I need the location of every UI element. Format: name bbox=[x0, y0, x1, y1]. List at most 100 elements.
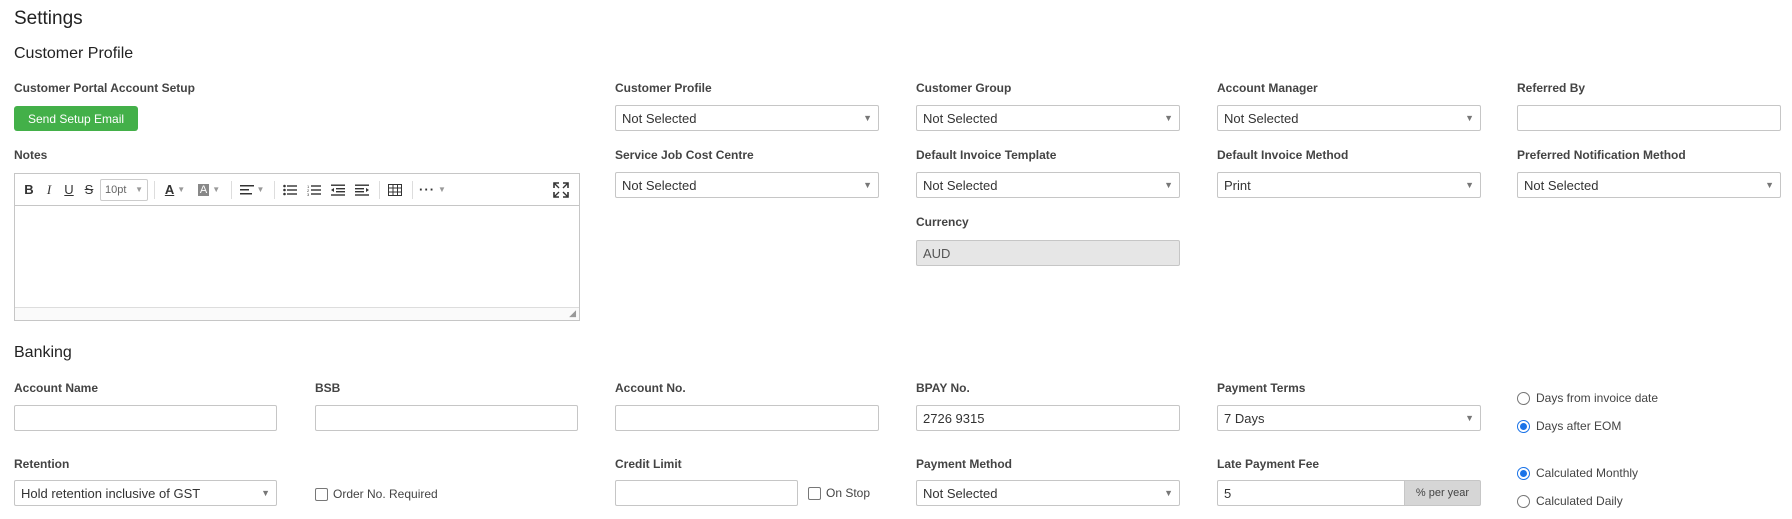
indent-icon[interactable] bbox=[351, 179, 373, 201]
currency-input: AUD bbox=[916, 240, 1180, 266]
strikethrough-icon[interactable]: S bbox=[80, 179, 98, 201]
caret-down-icon: ▼ bbox=[863, 113, 872, 123]
caret-down-icon: ▼ bbox=[135, 185, 143, 194]
caret-down-icon: ▼ bbox=[1164, 488, 1173, 498]
radio-button[interactable] bbox=[1517, 494, 1530, 508]
payment-terms-select[interactable]: 7 Days ▼ bbox=[1217, 405, 1481, 431]
send-setup-email-button[interactable]: Send Setup Email bbox=[14, 106, 138, 131]
default-invoice-template-value: Not Selected bbox=[923, 177, 998, 193]
bold-icon[interactable]: B bbox=[20, 179, 38, 201]
outdent-icon[interactable] bbox=[327, 179, 349, 201]
default-invoice-method-label: Default Invoice Method bbox=[1217, 148, 1349, 162]
calc-radio-monthly[interactable]: Calculated Monthly bbox=[1517, 466, 1638, 480]
text-color-icon[interactable]: A ▼ bbox=[159, 179, 191, 201]
customer-profile-value: Not Selected bbox=[622, 110, 697, 126]
calc-radio-daily[interactable]: Calculated Daily bbox=[1517, 494, 1623, 508]
radio-button[interactable] bbox=[1517, 391, 1530, 405]
caret-down-icon: ▼ bbox=[1164, 180, 1173, 190]
customer-group-select[interactable]: Not Selected ▼ bbox=[916, 105, 1180, 131]
preferred-notification-method-select[interactable]: Not Selected ▼ bbox=[1517, 172, 1781, 198]
underline-icon[interactable]: U bbox=[60, 179, 78, 201]
toolbar-divider bbox=[274, 180, 275, 199]
bpay-no-input[interactable]: 2726 9315 bbox=[916, 405, 1180, 431]
calc-radio-label: Calculated Monthly bbox=[1536, 466, 1639, 480]
section-heading-banking: Banking bbox=[14, 344, 72, 361]
service-job-cost-centre-value: Not Selected bbox=[622, 177, 697, 193]
terms-radio-label: Days from invoice date bbox=[1536, 391, 1659, 405]
payment-method-label: Payment Method bbox=[916, 457, 1013, 471]
preferred-notification-method-label: Preferred Notification Method bbox=[1517, 148, 1686, 162]
table-icon[interactable] bbox=[384, 179, 406, 201]
terms-radio-after-eom[interactable]: Days after EOM bbox=[1517, 419, 1621, 433]
svg-text:3: 3 bbox=[307, 192, 310, 196]
caret-down-icon: ▼ bbox=[261, 488, 270, 498]
order-no-required-label: Order No. Required bbox=[333, 487, 438, 501]
resize-handle-icon[interactable]: ◢ bbox=[569, 308, 576, 319]
bsb-input[interactable] bbox=[315, 405, 578, 431]
toolbar-divider bbox=[231, 180, 232, 199]
bpay-no-label: BPAY No. bbox=[916, 381, 970, 395]
late-payment-fee-input[interactable]: 5 bbox=[1217, 480, 1405, 506]
currency-label: Currency bbox=[916, 215, 969, 229]
terms-radio-invoice-date[interactable]: Days from invoice date bbox=[1517, 391, 1658, 405]
order-no-required-checkbox[interactable]: Order No. Required bbox=[315, 487, 438, 501]
account-name-input[interactable] bbox=[14, 405, 277, 431]
more-icon[interactable]: ··· ▼ bbox=[417, 179, 449, 201]
account-no-label: Account No. bbox=[615, 381, 686, 395]
page-title: Settings bbox=[14, 8, 83, 29]
radio-button-selected[interactable] bbox=[1517, 419, 1530, 433]
service-job-cost-centre-label: Service Job Cost Centre bbox=[615, 148, 754, 162]
toolbar-divider bbox=[154, 180, 155, 199]
late-payment-fee-label: Late Payment Fee bbox=[1217, 457, 1320, 471]
account-no-input[interactable] bbox=[615, 405, 879, 431]
payment-method-value: Not Selected bbox=[923, 485, 998, 501]
checkbox[interactable] bbox=[808, 486, 821, 500]
customer-profile-label: Customer Profile bbox=[615, 81, 712, 95]
retention-select[interactable]: Hold retention inclusive of GST ▼ bbox=[14, 480, 277, 506]
notes-label: Notes bbox=[14, 148, 48, 162]
account-manager-value: Not Selected bbox=[1224, 110, 1299, 126]
font-size-select[interactable]: 10pt ▼ bbox=[100, 178, 148, 201]
fullscreen-icon[interactable] bbox=[551, 179, 571, 201]
italic-icon[interactable]: I bbox=[40, 179, 58, 201]
caret-down-icon: ▼ bbox=[1765, 180, 1774, 190]
credit-limit-label: Credit Limit bbox=[615, 457, 682, 471]
bsb-label: BSB bbox=[315, 381, 341, 395]
customer-group-label: Customer Group bbox=[916, 81, 1012, 95]
caret-down-icon: ▼ bbox=[1465, 113, 1474, 123]
numbered-list-icon[interactable]: 123 bbox=[303, 179, 325, 201]
default-invoice-method-value: Print bbox=[1224, 177, 1251, 193]
font-size-value: 10pt bbox=[105, 183, 127, 196]
align-icon[interactable]: ▼ bbox=[236, 179, 268, 201]
caret-down-icon: ▼ bbox=[1164, 113, 1173, 123]
account-manager-select[interactable]: Not Selected ▼ bbox=[1217, 105, 1481, 131]
terms-radio-label: Days after EOM bbox=[1536, 419, 1622, 433]
customer-group-value: Not Selected bbox=[923, 110, 998, 126]
portal-setup-label: Customer Portal Account Setup bbox=[14, 81, 195, 95]
checkbox[interactable] bbox=[315, 487, 328, 501]
radio-button-selected[interactable] bbox=[1517, 466, 1530, 480]
account-name-label: Account Name bbox=[14, 381, 99, 395]
payment-method-select[interactable]: Not Selected ▼ bbox=[916, 480, 1180, 506]
on-stop-checkbox[interactable]: On Stop bbox=[808, 486, 870, 500]
editor-statusbar: ◢ bbox=[15, 307, 579, 320]
preferred-notification-method-value: Not Selected bbox=[1524, 177, 1599, 193]
referred-by-input[interactable] bbox=[1517, 105, 1781, 131]
default-invoice-method-select[interactable]: Print ▼ bbox=[1217, 172, 1481, 198]
caret-down-icon: ▼ bbox=[863, 180, 872, 190]
default-invoice-template-select[interactable]: Not Selected ▼ bbox=[916, 172, 1180, 198]
service-job-cost-centre-select[interactable]: Not Selected ▼ bbox=[615, 172, 879, 198]
account-manager-label: Account Manager bbox=[1217, 81, 1318, 95]
customer-profile-select[interactable]: Not Selected ▼ bbox=[615, 105, 879, 131]
highlight-icon[interactable]: A ▼ bbox=[193, 179, 225, 201]
notes-editor[interactable]: B I U S 10pt ▼ A ▼ A ▼ ▼ 123 ··· ▼ ◢ bbox=[14, 173, 580, 321]
caret-down-icon: ▼ bbox=[1465, 413, 1474, 423]
payment-terms-label: Payment Terms bbox=[1217, 381, 1306, 395]
default-invoice-template-label: Default Invoice Template bbox=[916, 148, 1057, 162]
editor-toolbar: B I U S 10pt ▼ A ▼ A ▼ ▼ 123 ··· ▼ bbox=[15, 174, 579, 206]
toolbar-divider bbox=[412, 180, 413, 199]
credit-limit-input[interactable] bbox=[615, 480, 798, 506]
toolbar-divider bbox=[379, 180, 380, 199]
bullet-list-icon[interactable] bbox=[279, 179, 301, 201]
percent-per-year-addon: % per year bbox=[1405, 480, 1481, 506]
